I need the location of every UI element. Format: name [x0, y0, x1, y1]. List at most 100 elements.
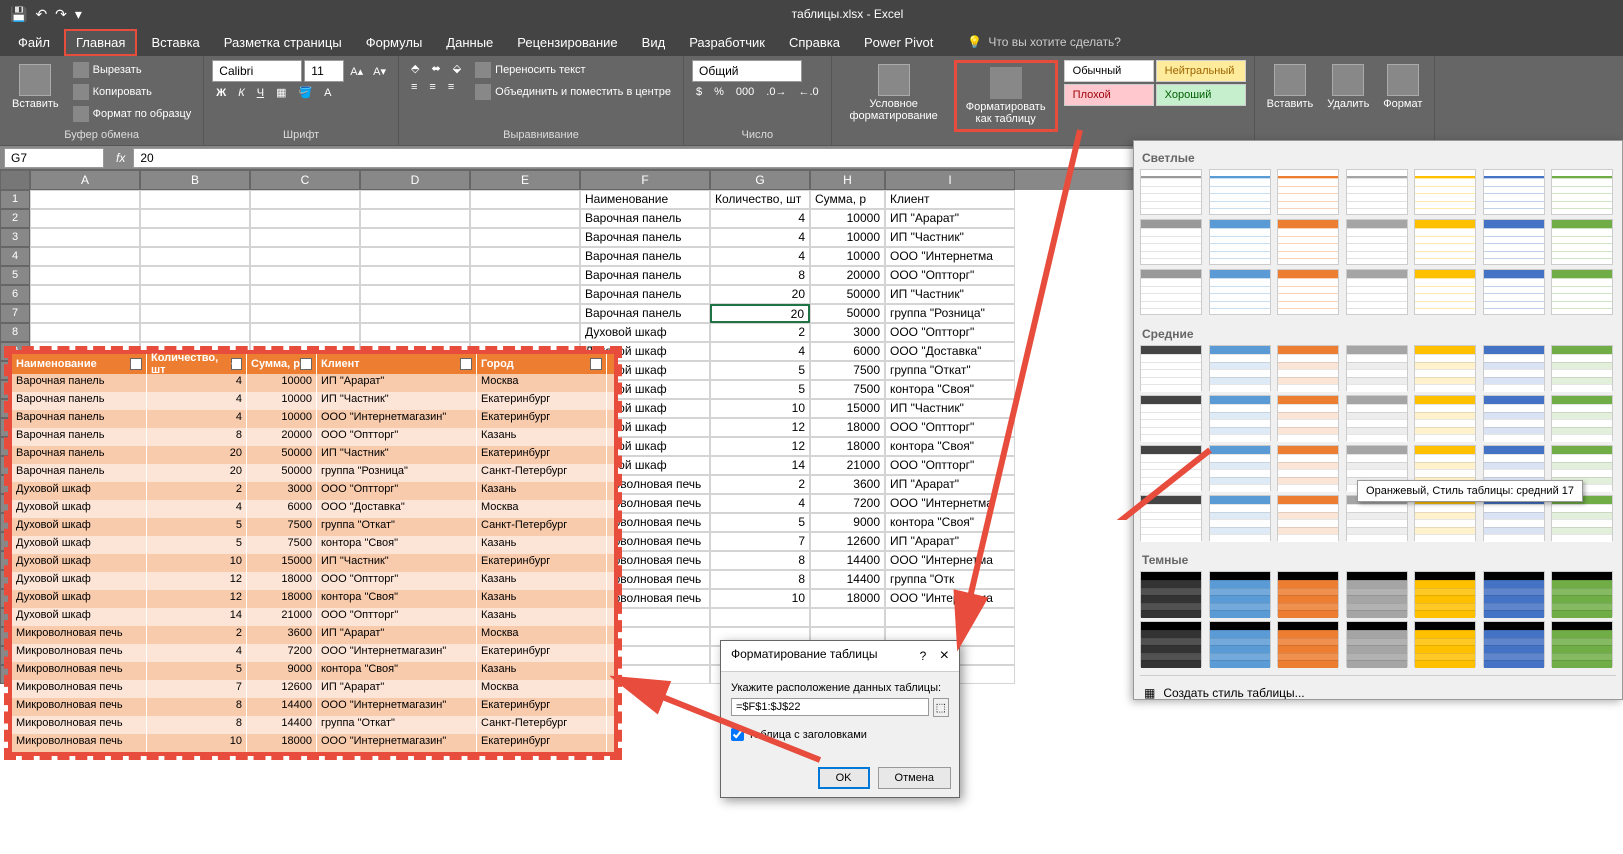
table-style-thumb[interactable] — [1209, 621, 1271, 667]
table-style-thumb[interactable] — [1551, 621, 1613, 667]
table-style-thumb[interactable] — [1140, 621, 1202, 667]
cell-A6[interactable] — [30, 285, 140, 304]
cell-G14[interactable]: 12 — [710, 437, 810, 456]
fill-color-icon[interactable]: 🪣 — [294, 84, 316, 101]
tab-file[interactable]: Файл — [8, 31, 60, 54]
table-style-thumb[interactable] — [1209, 495, 1271, 541]
cell-D6[interactable] — [360, 285, 470, 304]
cell-B6[interactable] — [140, 285, 250, 304]
cell-I12[interactable]: ИП "Частник" — [885, 399, 1015, 418]
table-style-thumb[interactable] — [1414, 169, 1476, 215]
cell-F1[interactable]: Наименование — [580, 190, 710, 209]
cell-D7[interactable] — [360, 304, 470, 323]
cell-F8[interactable]: Духовой шкаф — [580, 323, 710, 342]
cell-A5[interactable] — [30, 266, 140, 285]
decrease-decimal-icon[interactable]: ←.0 — [794, 84, 822, 100]
cell-H3[interactable]: 10000 — [810, 228, 885, 247]
cell-I18[interactable]: контора "Своя" — [885, 513, 1015, 532]
format-painter-button[interactable]: Формат по образцу — [69, 104, 196, 124]
table-row[interactable]: Духовой шкаф1218000контора "Своя"Казань — [12, 590, 614, 608]
column-header-E[interactable]: E — [470, 170, 580, 190]
table-style-thumb[interactable] — [1414, 219, 1476, 265]
column-header-G[interactable]: G — [710, 170, 810, 190]
cell-H18[interactable]: 9000 — [810, 513, 885, 532]
cell-G15[interactable]: 14 — [710, 456, 810, 475]
cell-H21[interactable]: 14400 — [810, 570, 885, 589]
cell-H15[interactable]: 21000 — [810, 456, 885, 475]
cell-I6[interactable]: ИП "Частник" — [885, 285, 1015, 304]
cell-I3[interactable]: ИП "Частник" — [885, 228, 1015, 247]
column-header-H[interactable]: H — [810, 170, 885, 190]
cell-I4[interactable]: ООО "Интернетма — [885, 247, 1015, 266]
table-style-thumb[interactable] — [1140, 495, 1202, 541]
cell-H19[interactable]: 12600 — [810, 532, 885, 551]
cell-I13[interactable]: ООО "Оптторг" — [885, 418, 1015, 437]
cell-G2[interactable]: 4 — [710, 209, 810, 228]
cell-B2[interactable] — [140, 209, 250, 228]
cell-D2[interactable] — [360, 209, 470, 228]
table-row[interactable]: Духовой шкаф1421000ООО "Оптторг"Казань — [12, 608, 614, 626]
row-header-1[interactable]: 1 — [0, 190, 30, 209]
table-row[interactable]: Духовой шкаф1218000ООО "Оптторг"Казань — [12, 572, 614, 590]
currency-icon[interactable]: $ — [692, 84, 706, 100]
align-center-icon[interactable]: ≡ — [425, 79, 439, 95]
table-style-thumb[interactable] — [1551, 571, 1613, 617]
insert-cells-button[interactable]: Вставить — [1263, 60, 1318, 114]
table-style-thumb[interactable] — [1209, 445, 1271, 491]
table-style-thumb[interactable] — [1414, 269, 1476, 315]
table-style-thumb[interactable] — [1483, 219, 1545, 265]
cell-B8[interactable] — [140, 323, 250, 342]
cell-H5[interactable]: 20000 — [810, 266, 885, 285]
row-header-2[interactable]: 2 — [0, 209, 30, 228]
cell-I16[interactable]: ИП "Арарат" — [885, 475, 1015, 494]
tab-formulas[interactable]: Формулы — [356, 31, 433, 54]
cell-C6[interactable] — [250, 285, 360, 304]
cell-I21[interactable]: группа "Отк — [885, 570, 1015, 589]
fx-icon[interactable]: fx — [108, 151, 133, 165]
table-header-2[interactable]: Сумма, р▾ — [247, 354, 317, 374]
table-style-thumb[interactable] — [1414, 395, 1476, 441]
column-header-I[interactable]: I — [885, 170, 1015, 190]
table-style-thumb[interactable] — [1346, 169, 1408, 215]
tell-me[interactable]: 💡 Что вы хотите сделать? — [967, 35, 1121, 49]
name-box[interactable] — [4, 148, 104, 168]
cell-F4[interactable]: Варочная панель — [580, 247, 710, 266]
cell-H20[interactable]: 14400 — [810, 551, 885, 570]
paste-button[interactable]: Вставить — [8, 60, 63, 114]
table-style-thumb[interactable] — [1209, 269, 1271, 315]
cell-G19[interactable]: 7 — [710, 532, 810, 551]
table-row[interactable]: Варочная панель2050000ИП "Частник"Екатер… — [12, 446, 614, 464]
cell-F3[interactable]: Варочная панель — [580, 228, 710, 247]
cut-button[interactable]: Вырезать — [69, 60, 196, 80]
cell-H14[interactable]: 18000 — [810, 437, 885, 456]
cell-B3[interactable] — [140, 228, 250, 247]
cell-D1[interactable] — [360, 190, 470, 209]
table-style-thumb[interactable] — [1483, 269, 1545, 315]
table-style-thumb[interactable] — [1140, 345, 1202, 391]
table-row[interactable]: Микроволновая печь712600ИП "Арарат"Москв… — [12, 680, 614, 698]
table-style-thumb[interactable] — [1277, 395, 1339, 441]
cell-E4[interactable] — [470, 247, 580, 266]
cell-G7[interactable]: 20 — [710, 304, 810, 323]
cell-C4[interactable] — [250, 247, 360, 266]
redo-icon[interactable]: ↷ — [55, 6, 67, 23]
cell-D4[interactable] — [360, 247, 470, 266]
table-style-thumb[interactable] — [1551, 219, 1613, 265]
table-style-thumb[interactable] — [1346, 395, 1408, 441]
filter-icon[interactable]: ▾ — [231, 358, 242, 370]
cell-H1[interactable]: Сумма, р — [810, 190, 885, 209]
cell-C8[interactable] — [250, 323, 360, 342]
cell-I5[interactable]: ООО "Оптторг" — [885, 266, 1015, 285]
cell-H8[interactable]: 3000 — [810, 323, 885, 342]
column-header-B[interactable]: B — [140, 170, 250, 190]
table-row[interactable]: Микроволновая печь814400ООО "Интернетмаг… — [12, 698, 614, 716]
undo-icon[interactable]: ↶ — [35, 6, 47, 23]
cell-H13[interactable]: 18000 — [810, 418, 885, 437]
cell-A8[interactable] — [30, 323, 140, 342]
cell-B1[interactable] — [140, 190, 250, 209]
table-style-thumb[interactable] — [1414, 571, 1476, 617]
column-header-F[interactable]: F — [580, 170, 710, 190]
table-row[interactable]: Варочная панель410000ИП "Частник"Екатери… — [12, 392, 614, 410]
table-style-thumb[interactable] — [1140, 269, 1202, 315]
wrap-text-button[interactable]: Переносить текст — [471, 60, 675, 80]
